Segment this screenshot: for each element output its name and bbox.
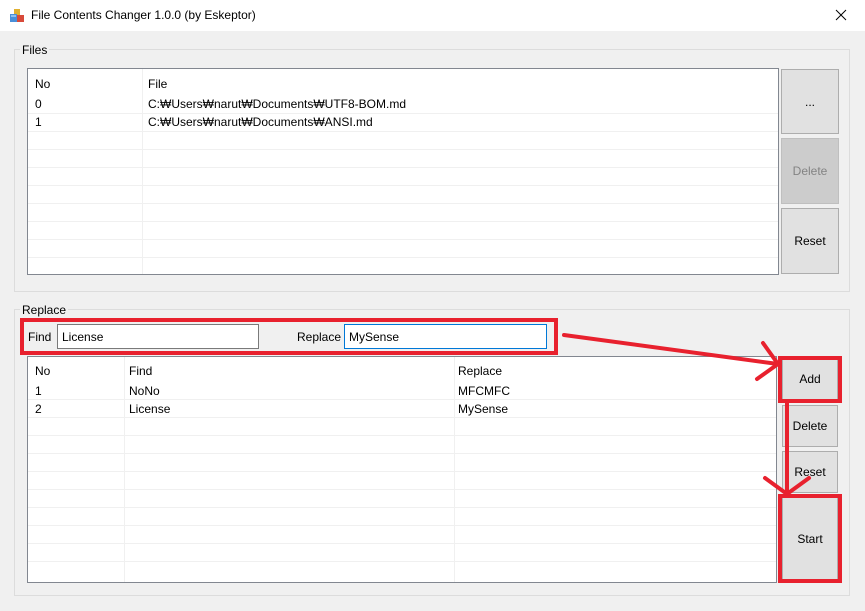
window-title: File Contents Changer 1.0.0 (by Eskeptor… (31, 8, 256, 22)
replace-input[interactable] (344, 324, 547, 349)
close-icon (835, 9, 847, 21)
browse-files-button[interactable]: ... (781, 69, 839, 134)
replace-label: Replace (297, 330, 342, 344)
rule-row-no: 2 (35, 402, 42, 416)
delete-file-button[interactable]: Delete (781, 138, 839, 204)
start-button[interactable]: Start (782, 497, 838, 581)
rule-row-replace: MFCMFC (458, 384, 510, 398)
files-row-no: 1 (35, 115, 42, 129)
delete-rule-button[interactable]: Delete (782, 405, 838, 447)
files-list[interactable]: No File 0 C:₩Users₩narut₩Documents₩UTF8-… (27, 68, 779, 275)
rule-row-find: License (129, 402, 171, 416)
reset-rules-button[interactable]: Reset (782, 451, 838, 493)
reset-files-button[interactable]: Reset (781, 208, 839, 274)
replace-rules-list[interactable]: No Find Replace 1 NoNo MFCMFC 2 License … (27, 356, 777, 583)
add-rule-button[interactable]: Add (782, 358, 838, 400)
files-row-no: 0 (35, 97, 42, 111)
rule-row-no: 1 (35, 384, 42, 398)
rules-col-replace[interactable]: Replace (458, 364, 502, 378)
files-group-label: Files (20, 43, 50, 57)
rule-row-find: NoNo (129, 384, 160, 398)
find-input[interactable] (57, 324, 259, 349)
rule-row-replace: MySense (458, 402, 509, 416)
files-row-file: C:₩Users₩narut₩Documents₩ANSI.md (148, 115, 373, 129)
rules-col-find[interactable]: Find (129, 364, 152, 378)
title-bar: File Contents Changer 1.0.0 (by Eskeptor… (0, 0, 865, 31)
replace-group-label: Replace (20, 303, 69, 317)
find-label: Find (28, 330, 52, 344)
files-row-file: C:₩Users₩narut₩Documents₩UTF8-BOM.md (148, 97, 407, 111)
files-col-no[interactable]: No (35, 77, 50, 91)
app-icon (10, 9, 24, 22)
close-button[interactable] (818, 0, 865, 31)
files-col-file[interactable]: File (148, 77, 167, 91)
rules-col-no[interactable]: No (35, 364, 50, 378)
